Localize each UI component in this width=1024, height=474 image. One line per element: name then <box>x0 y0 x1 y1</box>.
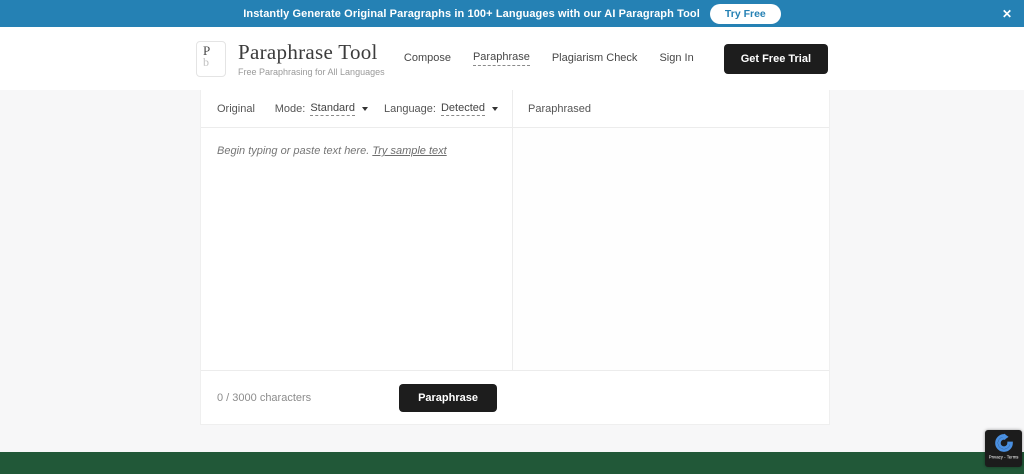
editor-dropdowns: Mode: Standard Language: Detected <box>275 102 498 116</box>
original-text-input[interactable]: Begin typing or paste text here. Try sam… <box>201 128 513 370</box>
get-free-trial-button[interactable]: Get Free Trial <box>724 44 828 74</box>
logo-letter-b: b <box>203 57 225 68</box>
character-counter: 0 / 3000 characters <box>217 392 311 404</box>
language-value[interactable]: Detected <box>441 102 485 116</box>
placeholder-text: Begin typing or paste text here. <box>217 145 369 157</box>
mode-dropdown[interactable]: Mode: Standard <box>275 102 368 116</box>
original-label: Original <box>217 103 255 115</box>
close-icon[interactable]: ✕ <box>1002 8 1012 20</box>
paraphrased-label: Paraphrased <box>528 103 591 115</box>
paraphrased-output-area <box>513 128 829 370</box>
mode-label: Mode: <box>275 103 306 115</box>
panel-header-row: Original Mode: Standard Language: Detect… <box>201 90 829 128</box>
original-panel-header: Original Mode: Standard Language: Detect… <box>201 90 513 127</box>
main-nav: Compose Paraphrase Plagiarism Check Sign… <box>404 44 828 74</box>
paraphrased-panel-header: Paraphrased <box>513 90 829 127</box>
recaptcha-icon <box>994 433 1014 453</box>
recaptcha-terms[interactable]: Privacy - Terms <box>989 456 1019 460</box>
site-tagline: Free Paraphrasing for All Languages <box>238 67 385 77</box>
mode-value[interactable]: Standard <box>310 102 355 116</box>
input-placeholder: Begin typing or paste text here. Try sam… <box>217 145 447 157</box>
site-title[interactable]: Paraphrase Tool <box>238 40 385 65</box>
paraphrase-card: Original Mode: Standard Language: Detect… <box>200 90 830 425</box>
paraphrase-button[interactable]: Paraphrase <box>399 384 497 412</box>
panel-body-row: Begin typing or paste text here. Try sam… <box>201 128 829 370</box>
language-label: Language: <box>384 103 436 115</box>
try-free-button[interactable]: Try Free <box>710 4 781 24</box>
language-dropdown[interactable]: Language: Detected <box>384 102 498 116</box>
try-sample-text-link[interactable]: Try sample text <box>372 145 446 157</box>
footer-bar <box>0 452 1024 474</box>
nav-paraphrase[interactable]: Paraphrase <box>473 51 530 66</box>
promo-message: Instantly Generate Original Paragraphs i… <box>243 8 700 20</box>
nav-plagiarism-check[interactable]: Plagiarism Check <box>552 52 638 66</box>
chevron-down-icon <box>492 107 498 111</box>
recaptcha-badge[interactable]: Privacy - Terms <box>985 430 1022 467</box>
promo-banner: Instantly Generate Original Paragraphs i… <box>0 0 1024 27</box>
logo[interactable]: P b <box>196 41 226 77</box>
original-panel-footer: 0 / 3000 characters Paraphrase <box>201 384 513 412</box>
chevron-down-icon <box>362 107 368 111</box>
site-header: P b Paraphrase Tool Free Paraphrasing fo… <box>0 27 1024 90</box>
brand-block: Paraphrase Tool Free Paraphrasing for Al… <box>238 40 385 77</box>
main-area: Original Mode: Standard Language: Detect… <box>0 90 1024 452</box>
panel-footer-row: 0 / 3000 characters Paraphrase <box>201 370 829 424</box>
nav-compose[interactable]: Compose <box>404 52 451 66</box>
nav-sign-in[interactable]: Sign In <box>659 52 693 66</box>
page: Instantly Generate Original Paragraphs i… <box>0 0 1024 474</box>
